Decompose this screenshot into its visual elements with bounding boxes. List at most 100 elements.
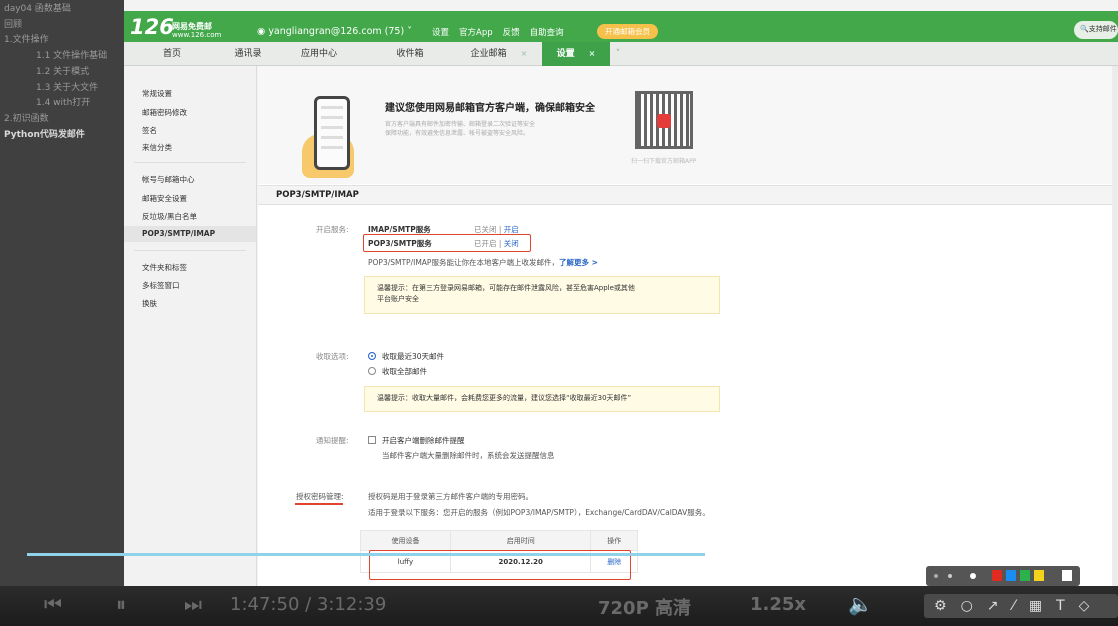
tab-inbox[interactable]: 收件箱 <box>370 42 450 66</box>
tab-enterprise[interactable]: 企业邮箱 × <box>456 42 542 66</box>
top-nav: 设置 官方App 反馈 自助查询 <box>432 26 564 38</box>
color-swatch[interactable] <box>1006 570 1016 581</box>
sidebar-item-antispam[interactable]: 反垃圾/黑白名单 <box>142 211 197 222</box>
outline-item[interactable]: Python代码发邮件 <box>0 128 124 144</box>
arrow-tool-icon[interactable]: ↗ <box>987 594 999 618</box>
color-swatch[interactable] <box>992 570 1002 581</box>
receive-option-all[interactable]: 收取全部邮件 <box>368 366 427 377</box>
pop3-service-status: 已开启 | 关闭 <box>474 238 519 249</box>
column-header-time: 启用时间 <box>449 530 592 551</box>
logo-brand: 网易免费邮 <box>172 22 212 31</box>
mail-logo[interactable]: 126 <box>130 15 174 39</box>
outline-item[interactable]: 2.初识函数 <box>0 112 124 128</box>
close-icon[interactable]: × <box>521 49 528 58</box>
eraser-tool-icon[interactable]: ◇ <box>1079 594 1090 618</box>
account-label[interactable]: ◉ yangliangran@126.com (75) ˅ <box>257 26 412 37</box>
size-dot-small[interactable] <box>934 574 938 578</box>
receive-label: 收取选项: <box>316 352 349 361</box>
app-logo-icon <box>657 114 671 128</box>
color-swatch[interactable] <box>1062 570 1072 581</box>
text-tool-icon[interactable]: T <box>1056 594 1065 618</box>
pen-tool-icon[interactable]: ⁄ <box>1013 594 1015 618</box>
settings-content: 建议您使用网易邮箱官方客户端，确保邮箱安全 官方客户端具有邮件加密传输、邮箱登录… <box>258 66 1112 586</box>
color-swatch[interactable] <box>1048 570 1058 581</box>
quality-button[interactable]: 720P 高清 <box>598 594 691 620</box>
sidebar-item-account-center[interactable]: 帐号与邮箱中心 <box>142 174 195 185</box>
auth-label: 授权密码管理: <box>296 492 344 501</box>
sidebar-item-multitab[interactable]: 多标签窗口 <box>142 280 180 291</box>
auth-description-1: 授权码是用于登录第三方邮件客户端的专用密码。 <box>368 492 533 501</box>
sidebar-item-signature[interactable]: 签名 <box>142 125 157 136</box>
tab-home[interactable]: 首页 <box>140 42 204 66</box>
color-swatch[interactable] <box>1034 570 1044 581</box>
security-tip-line1: 温馨提示：在第三方登录网易邮箱，可能存在邮件泄露风险，甚至危害Apple或其他 <box>377 284 635 292</box>
sidebar-item-pop3[interactable]: POP3/SMTP/IMAP <box>124 226 256 242</box>
volume-icon[interactable]: 🔈 <box>848 592 873 616</box>
top-nav-link[interactable]: 自助查询 <box>530 26 564 38</box>
sidebar-divider <box>134 162 246 163</box>
pause-icon[interactable]: ⏸ <box>116 592 126 616</box>
sidebar-item-general[interactable]: 常规设置 <box>142 88 172 99</box>
service-description: POP3/SMTP/IMAP服务能让你在本地客户端上收发邮件，了解更多 > <box>368 257 598 268</box>
notify-checkbox-label: 开启客户端删除邮件提醒 <box>382 436 465 445</box>
settings-icon[interactable]: ⚙ <box>934 594 947 618</box>
previous-icon[interactable]: ⏮ <box>44 592 62 616</box>
scrollbar[interactable] <box>1112 66 1118 586</box>
vip-button[interactable]: 开通邮箱会员 <box>597 24 658 39</box>
sidebar-divider <box>134 250 246 251</box>
sidebar-item-skin[interactable]: 换肤 <box>142 298 157 309</box>
color-swatch[interactable] <box>1020 570 1030 581</box>
mosaic-tool-icon[interactable]: ▦ <box>1029 594 1042 618</box>
outline-item[interactable]: 1.4 with打开 <box>0 96 124 112</box>
top-nav-link[interactable]: 官方App <box>459 26 493 38</box>
mail-window: 126 网易免费邮 www.126.com ◉ yangliangran@126… <box>124 0 1118 586</box>
sidebar-item-filter[interactable]: 来信分类 <box>142 142 172 153</box>
tab-contacts[interactable]: 通讯录 <box>216 42 280 66</box>
tab-apps[interactable]: 应用中心 <box>282 42 356 66</box>
outline-item[interactable]: 1.1 文件操作基础 <box>0 49 124 65</box>
outline-item[interactable]: 1.2 关于模式 <box>0 65 124 81</box>
radio-selected[interactable] <box>368 352 376 360</box>
close-icon[interactable]: × <box>589 49 596 58</box>
speed-button[interactable]: 1.25x <box>750 594 806 615</box>
promo-sub-line2: 保障功能，有效避免信息泄露、帐号被盗等安全风险。 <box>385 130 530 137</box>
notify-checkbox[interactable]: 开启客户端删除邮件提醒 <box>368 435 465 446</box>
next-icon[interactable]: ⏭ <box>184 592 202 616</box>
outline-item[interactable]: day04 函数基础 <box>0 2 124 18</box>
tab-bar: 首页 通讯录 应用中心 收件箱 企业邮箱 × 设置 × ˅ <box>124 42 1118 66</box>
imap-enable-link[interactable]: 开启 <box>504 225 519 234</box>
pop3-disable-link[interactable]: 关闭 <box>504 239 519 248</box>
column-header-action: 操作 <box>590 530 638 551</box>
video-progress-bar[interactable] <box>27 553 705 556</box>
size-dot-large[interactable] <box>970 573 976 579</box>
settings-sidebar: 常规设置 邮箱密码修改 签名 来信分类 帐号与邮箱中心 邮箱安全设置 反垃圾/黑… <box>124 66 257 586</box>
phone-illustration <box>314 96 350 170</box>
tab-settings[interactable]: 设置 × <box>542 42 610 66</box>
top-nav-link[interactable]: 反馈 <box>503 26 520 38</box>
client-promo: 建议您使用网易邮箱官方客户端，确保邮箱安全 官方客户端具有邮件加密传输、邮箱登录… <box>258 66 1112 184</box>
size-dot-medium[interactable] <box>948 574 952 578</box>
sidebar-item-security[interactable]: 邮箱安全设置 <box>142 193 187 204</box>
security-tip-line2: 平台账户安全 <box>377 295 419 303</box>
tab-more-icon[interactable]: ˅ <box>612 42 624 66</box>
receive-option-30days[interactable]: 收取最近30天邮件 <box>368 351 444 362</box>
radio-unselected[interactable] <box>368 367 376 375</box>
sidebar-item-folders[interactable]: 文件夹和标签 <box>142 262 187 273</box>
promo-sub-line1: 官方客户端具有邮件加密传输、邮箱登录二次验证等安全 <box>385 121 536 128</box>
checkbox[interactable] <box>368 436 376 444</box>
receive-tip: 温馨提示：收取大量邮件，会耗费您更多的流量，建议您选择“收取最近30天邮件” <box>364 386 720 412</box>
circle-tool-icon[interactable]: ○ <box>961 594 973 618</box>
search-input[interactable]: 🔍支持邮件 <box>1074 21 1118 39</box>
outline-item[interactable]: 1.文件操作 <box>0 33 124 49</box>
chevron-down-icon: ˅ <box>404 26 412 37</box>
outline-item[interactable]: 回顾 <box>0 18 124 34</box>
playback-time: 1:47:50 / 3:12:39 <box>230 594 387 615</box>
top-nav-link[interactable]: 设置 <box>432 26 449 38</box>
sidebar-item-password[interactable]: 邮箱密码修改 <box>142 107 187 118</box>
learn-more-link[interactable]: 了解更多 > <box>559 258 598 267</box>
receive-tip-text: 温馨提示：收取大量邮件，会耗费您更多的流量，建议您选择“收取最近30天邮件” <box>377 394 632 402</box>
table-header-row: 使用设备 启用时间 操作 <box>360 530 638 551</box>
outline-item[interactable]: 1.3 关于大文件 <box>0 81 124 97</box>
user-icon: ◉ <box>257 26 269 37</box>
annotation-tools: ⚙ ○ ↗ ⁄ ▦ T ◇ <box>924 594 1118 618</box>
